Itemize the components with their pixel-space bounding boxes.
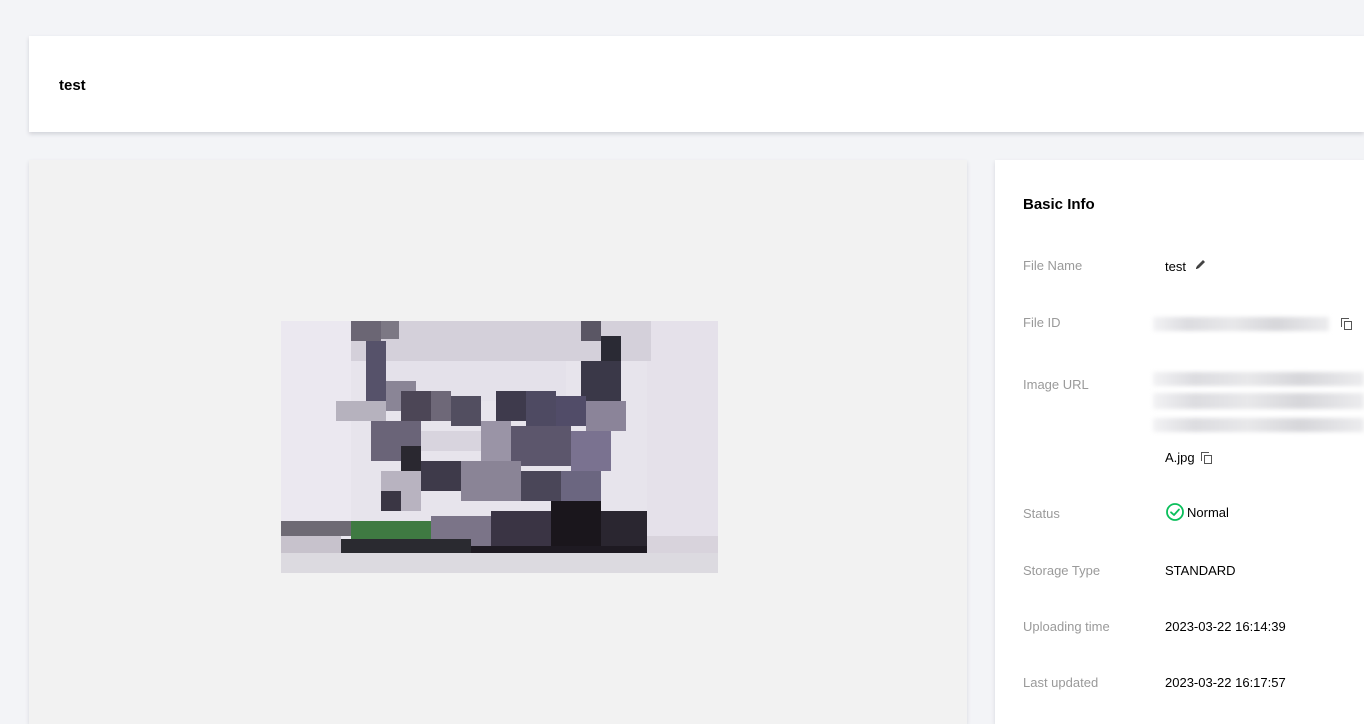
check-circle-icon <box>1166 503 1184 521</box>
last-updated-value: 2023-03-22 16:17:57 <box>1165 675 1286 690</box>
file-name-value: test <box>1165 258 1186 274</box>
image-url-redacted-line-2 <box>1153 393 1364 409</box>
basic-info-panel: Basic Info File Name test File ID Image … <box>995 160 1364 724</box>
file-id-redacted <box>1153 317 1329 331</box>
storage-type-value: STANDARD <box>1165 563 1236 578</box>
storage-type-label: Storage Type <box>1023 563 1101 578</box>
basic-info-title: Basic Info <box>1023 196 1095 213</box>
page-title: test <box>59 77 86 94</box>
header-card: test <box>29 36 1364 132</box>
preview-image[interactable] <box>281 321 718 573</box>
status-value: Normal <box>1187 504 1229 520</box>
status-label: Status <box>1023 506 1060 521</box>
file-id-label: File ID <box>1023 315 1061 330</box>
uploading-time-value: 2023-03-22 16:14:39 <box>1165 619 1286 634</box>
image-url-redacted-line-1 <box>1153 372 1364 386</box>
image-url-suffix-group: A.jpg <box>1165 450 1213 465</box>
edit-icon[interactable] <box>1194 258 1207 274</box>
file-name-label: File Name <box>1023 258 1083 273</box>
copy-file-id-icon[interactable] <box>1341 318 1353 330</box>
copy-image-url-icon[interactable] <box>1200 451 1213 464</box>
image-url-suffix: A.jpg <box>1165 450 1195 465</box>
image-url-redacted-line-3 <box>1153 418 1364 432</box>
uploading-time-label: Uploading time <box>1023 619 1110 634</box>
status-value-group: Normal <box>1165 502 1229 522</box>
file-name-value-group: test <box>1165 258 1207 274</box>
last-updated-label: Last updated <box>1023 675 1099 690</box>
image-url-label: Image URL <box>1023 377 1089 392</box>
image-preview-panel <box>29 160 967 724</box>
